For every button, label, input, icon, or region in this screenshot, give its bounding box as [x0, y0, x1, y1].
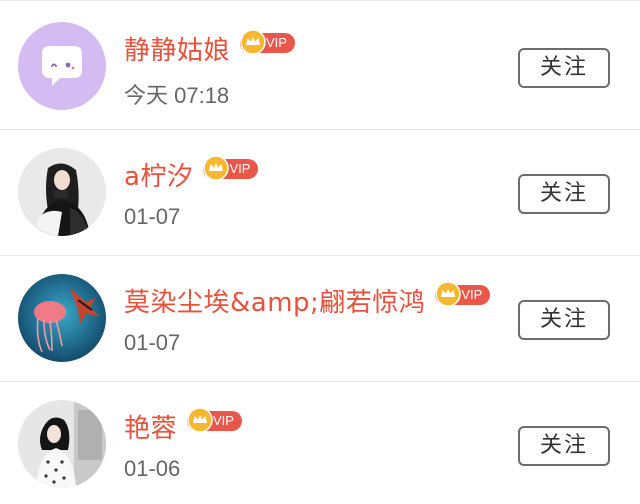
crown-icon: [187, 407, 213, 433]
follow-list: 静静姑娘 VIP 今天 07:18 关注 a柠汐 VIP 01-07 关注 莫染…: [0, 0, 640, 504]
follow-button[interactable]: 关注: [518, 300, 610, 340]
list-item[interactable]: a柠汐 VIP 01-07 关注: [0, 130, 640, 256]
avatar[interactable]: [18, 148, 106, 236]
list-item[interactable]: 莫染尘埃&amp;翩若惊鸿 VIP 01-07 关注: [0, 256, 640, 382]
user-photo-icon: [18, 148, 106, 236]
timestamp: 今天 07:18: [124, 83, 230, 108]
user-name[interactable]: 艳蓉: [124, 408, 177, 445]
avatar[interactable]: [18, 400, 106, 488]
name-line: 莫染尘埃&amp;翩若惊鸿 VIP: [124, 280, 491, 320]
avatar[interactable]: [18, 22, 106, 110]
avatar[interactable]: [18, 274, 106, 362]
vip-badge: VIP: [240, 29, 295, 55]
follow-button[interactable]: 关注: [518, 426, 610, 466]
timestamp: 01-07: [124, 330, 181, 355]
user-name[interactable]: 莫染尘埃&amp;翩若惊鸿: [124, 282, 425, 319]
name-line: 静静姑娘 VIP: [124, 28, 295, 68]
name-line: 艳蓉 VIP: [124, 406, 242, 446]
chat-bubble-icon: [18, 22, 106, 110]
user-name[interactable]: 静静姑娘: [124, 30, 230, 67]
crown-icon: [203, 155, 230, 181]
user-name[interactable]: a柠汐: [124, 156, 193, 193]
list-item[interactable]: 静静姑娘 VIP 今天 07:18 关注: [0, 4, 640, 130]
vip-badge: VIP: [435, 281, 491, 307]
follow-button[interactable]: 关注: [518, 48, 610, 88]
crown-icon: [435, 281, 462, 307]
vip-badge: VIP: [203, 155, 259, 181]
user-photo-icon: [18, 400, 106, 488]
crown-icon: [240, 29, 266, 55]
name-line: a柠汐 VIP: [124, 154, 259, 194]
list-item[interactable]: 艳蓉 VIP 01-06 关注: [0, 382, 640, 504]
timestamp: 01-07: [124, 204, 181, 229]
vip-badge: VIP: [187, 407, 242, 433]
user-photo-icon: [18, 274, 106, 362]
timestamp: 01-06: [124, 456, 181, 481]
follow-button[interactable]: 关注: [518, 174, 610, 214]
